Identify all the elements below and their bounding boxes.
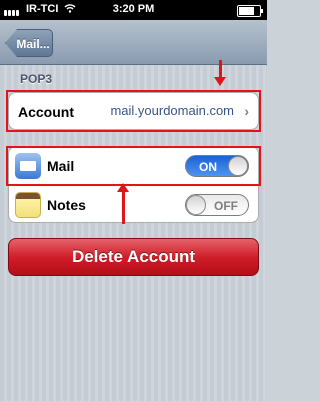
annotation-arrow-down-shaft xyxy=(219,60,222,78)
navigation-bar: Mail... xyxy=(0,20,267,65)
annotation-arrow-up-shaft xyxy=(122,191,125,224)
notes-toggle[interactable]: OFF xyxy=(185,194,249,216)
status-time: 3:20 PM xyxy=(112,3,155,15)
annotation-account-highlight xyxy=(6,90,261,132)
status-bar: IR-TCI 3:20 PM xyxy=(0,0,267,20)
notes-app-icon xyxy=(15,192,41,218)
notes-label: Notes xyxy=(47,197,86,213)
back-button[interactable]: Mail... xyxy=(5,29,53,57)
annotation-arrow-down-icon xyxy=(214,77,226,86)
battery-icon xyxy=(237,5,263,17)
notes-toggle-state: OFF xyxy=(214,199,238,213)
delete-account-button[interactable]: Delete Account xyxy=(8,238,259,276)
annotation-mail-highlight xyxy=(6,146,261,186)
section-header: POP3 xyxy=(20,72,53,86)
battery-fill xyxy=(239,7,255,15)
notes-row: Notes OFF xyxy=(9,185,258,223)
toggle-knob xyxy=(186,195,206,215)
